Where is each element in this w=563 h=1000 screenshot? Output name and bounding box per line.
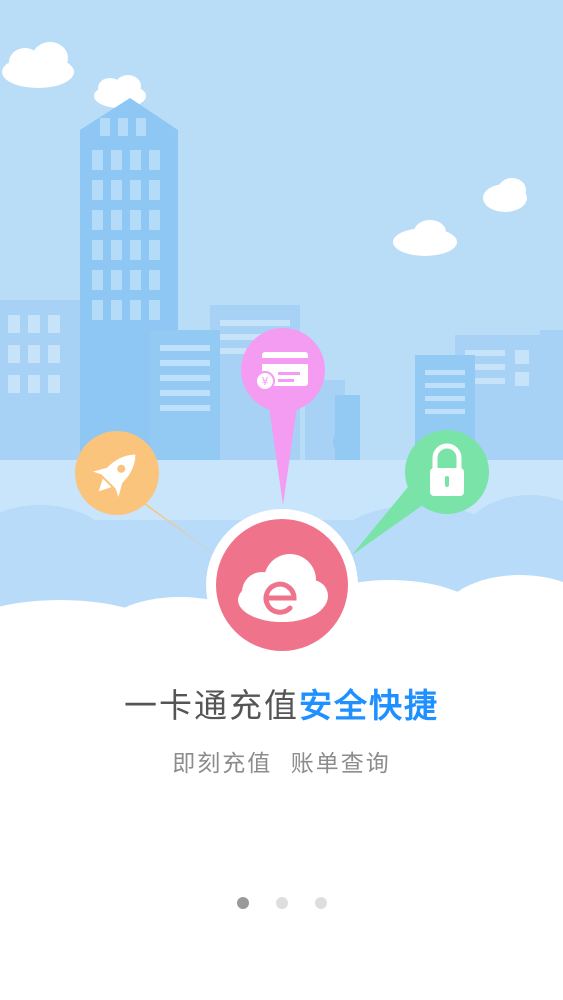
headline-plain: 一卡通充值 bbox=[124, 686, 299, 725]
subtitle: 即刻充值 账单查询 bbox=[172, 751, 391, 777]
page-dot-3[interactable] bbox=[314, 897, 327, 909]
headline: 一卡通充值安全快捷 bbox=[0, 684, 563, 728]
svg-text:¥: ¥ bbox=[262, 375, 269, 388]
onboarding-screen: ¥ 一卡通充值安全快捷 即刻充值 账单查询 bbox=[0, 0, 563, 1000]
card-payment-icon: ¥ bbox=[255, 352, 308, 391]
page-dot-1[interactable] bbox=[236, 897, 249, 909]
page-indicator[interactable] bbox=[0, 897, 563, 913]
page-dot-2[interactable] bbox=[275, 897, 288, 909]
city-illustration: ¥ bbox=[0, 0, 563, 660]
headline-accent: 安全快捷 bbox=[299, 686, 439, 725]
